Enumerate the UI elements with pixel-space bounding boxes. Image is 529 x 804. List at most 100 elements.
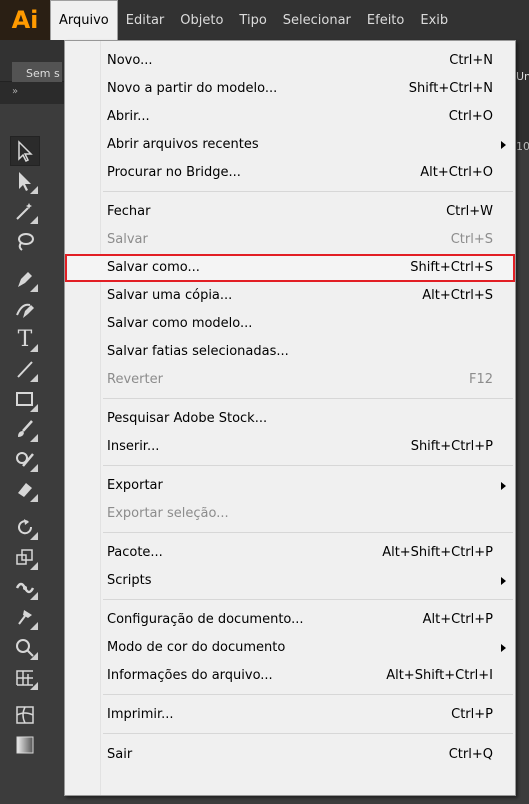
menu-item-label: Configuração de documento... xyxy=(107,612,304,627)
menu-item-pesquisar-stock[interactable]: Pesquisar Adobe Stock... xyxy=(65,405,515,433)
menu-item-shortcut: F12 xyxy=(468,372,493,387)
menu-item-imprimir[interactable]: Imprimir... Ctrl+P xyxy=(65,701,515,729)
app-logo: Ai xyxy=(0,0,50,40)
menu-objeto[interactable]: Objeto xyxy=(172,0,231,40)
menu-selecionar[interactable]: Selecionar xyxy=(275,0,359,40)
menu-item-fechar[interactable]: Fechar Ctrl+W xyxy=(65,198,515,226)
menu-item-label: Scripts xyxy=(107,573,152,588)
menu-item-label: Sair xyxy=(107,747,133,762)
menu-item-abrir[interactable]: Abrir... Ctrl+O xyxy=(65,103,515,131)
menu-efeito[interactable]: Efeito xyxy=(359,0,412,40)
direct-selection-tool-icon[interactable] xyxy=(10,166,40,196)
menu-item-label: Salvar fatias selecionadas... xyxy=(107,344,289,359)
menu-item-label: Novo... xyxy=(107,53,153,68)
menu-separator xyxy=(103,694,513,695)
lasso-tool-icon[interactable] xyxy=(10,226,40,256)
menu-item-salvar-como[interactable]: Salvar como... Shift+Ctrl+S xyxy=(65,254,515,282)
menu-item-label: Exportar seleção... xyxy=(107,506,229,521)
menu-item-label: Abrir... xyxy=(107,109,150,124)
menu-item-informacoes-arquivo[interactable]: Informações do arquivo... Alt+Shift+Ctrl… xyxy=(65,662,515,690)
menu-item-label: Salvar como... xyxy=(107,260,200,275)
menu-item-novo-modelo[interactable]: Novo a partir do modelo... Shift+Ctrl+N xyxy=(65,75,515,103)
menu-item-label: Abrir arquivos recentes xyxy=(107,137,259,152)
toolbar-collapse-handle[interactable]: » xyxy=(0,82,64,104)
menu-separator xyxy=(103,398,513,399)
menu-item-abrir-recentes[interactable]: Abrir arquivos recentes xyxy=(65,131,515,159)
menu-item-shortcut: Ctrl+S xyxy=(450,232,493,247)
menu-item-label: Inserir... xyxy=(107,439,160,454)
menu-item-salvar: Salvar Ctrl+S xyxy=(65,226,515,254)
menu-item-exportar-selecao: Exportar seleção... xyxy=(65,500,515,528)
submenu-arrow-icon xyxy=(501,577,506,585)
menu-item-label: Imprimir... xyxy=(107,707,174,722)
menu-item-shortcut: Alt+Shift+Ctrl+P xyxy=(382,545,493,560)
gradient-tool-icon[interactable] xyxy=(10,730,40,760)
menu-item-novo[interactable]: Novo... Ctrl+N xyxy=(65,47,515,75)
menu-item-shortcut: Ctrl+W xyxy=(446,204,493,219)
menu-item-configuracao-documento[interactable]: Configuração de documento... Alt+Ctrl+P xyxy=(65,606,515,634)
rotate-tool-icon[interactable] xyxy=(10,512,40,542)
menu-item-salvar-modelo[interactable]: Salvar como modelo... xyxy=(65,310,515,338)
menu-exibir[interactable]: Exib xyxy=(412,0,456,40)
menu-item-shortcut: Shift+Ctrl+N xyxy=(408,81,493,96)
rectangle-tool-icon[interactable] xyxy=(10,384,40,414)
menu-separator xyxy=(103,599,513,600)
menu-item-scripts[interactable]: Scripts xyxy=(65,567,515,595)
eraser-tool-icon[interactable] xyxy=(10,474,40,504)
menu-item-inserir[interactable]: Inserir... Shift+Ctrl+P xyxy=(65,433,515,461)
scale-tool-icon[interactable] xyxy=(10,542,40,572)
puppet-warp-tool-icon[interactable] xyxy=(10,602,40,632)
menu-arquivo[interactable]: Arquivo xyxy=(50,0,118,40)
ruler-text: 10 xyxy=(516,140,529,153)
menu-item-shortcut: Shift+Ctrl+S xyxy=(410,260,493,275)
paintbrush-tool-icon[interactable] xyxy=(10,414,40,444)
perspective-grid-tool-icon[interactable] xyxy=(10,662,40,692)
line-segment-tool-icon[interactable] xyxy=(10,354,40,384)
menu-separator xyxy=(103,532,513,533)
menu-item-label: Novo a partir do modelo... xyxy=(107,81,278,96)
menu-separator xyxy=(103,191,513,192)
submenu-arrow-icon xyxy=(501,482,506,490)
menu-item-label: Modo de cor do documento xyxy=(107,640,286,655)
shape-builder-tool-icon[interactable] xyxy=(10,632,40,662)
menu-item-procurar-bridge[interactable]: Procurar no Bridge... Alt+Ctrl+O xyxy=(65,159,515,187)
menu-item-pacote[interactable]: Pacote... Alt+Shift+Ctrl+P xyxy=(65,539,515,567)
menu-item-exportar[interactable]: Exportar xyxy=(65,472,515,500)
menu-separator xyxy=(103,733,513,734)
menu-separator xyxy=(103,465,513,466)
menu-item-label: Informações do arquivo... xyxy=(107,668,273,683)
illustrator-window: Ai Arquivo Editar Objeto Tipo Selecionar… xyxy=(0,0,529,804)
menu-item-label: Salvar uma cópia... xyxy=(107,288,233,303)
menu-editar[interactable]: Editar xyxy=(118,0,173,40)
menu-item-label: Salvar como modelo... xyxy=(107,316,253,331)
selection-tool-icon[interactable] xyxy=(10,136,40,166)
type-tool-icon[interactable]: T xyxy=(10,324,40,354)
menu-item-reverter: Reverter F12 xyxy=(65,366,515,394)
menu-item-label: Pacote... xyxy=(107,545,163,560)
menu-item-salvar-fatias[interactable]: Salvar fatias selecionadas... xyxy=(65,338,515,366)
tools-panel: T xyxy=(0,104,64,804)
mesh-tool-icon[interactable] xyxy=(10,700,40,730)
menu-item-label: Fechar xyxy=(107,204,151,219)
shaper-tool-icon[interactable] xyxy=(10,444,40,474)
menu-item-label: Pesquisar Adobe Stock... xyxy=(107,411,268,426)
right-control-strip: Un 10 xyxy=(516,40,529,153)
pen-tool-icon[interactable] xyxy=(10,264,40,294)
menu-item-shortcut: Shift+Ctrl+P xyxy=(410,439,493,454)
width-tool-icon[interactable] xyxy=(10,572,40,602)
menu-item-shortcut: Alt+Ctrl+P xyxy=(422,612,493,627)
menu-item-shortcut: Ctrl+P xyxy=(451,707,493,722)
menu-item-label: Procurar no Bridge... xyxy=(107,165,241,180)
magic-wand-tool-icon[interactable] xyxy=(10,196,40,226)
menu-item-shortcut: Alt+Ctrl+O xyxy=(420,165,493,180)
menu-item-salvar-copia[interactable]: Salvar uma cópia... Alt+Ctrl+S xyxy=(65,282,515,310)
units-text: Un xyxy=(516,70,529,83)
menu-tipo[interactable]: Tipo xyxy=(231,0,274,40)
menu-item-shortcut: Alt+Shift+Ctrl+I xyxy=(386,668,493,683)
menu-item-sair[interactable]: Sair Ctrl+Q xyxy=(65,741,515,769)
menu-item-shortcut: Ctrl+N xyxy=(449,53,493,68)
curvature-tool-icon[interactable] xyxy=(10,294,40,324)
menu-item-label: Exportar xyxy=(107,478,163,493)
control-bar: Sem s xyxy=(0,40,64,86)
menu-item-modo-cor[interactable]: Modo de cor do documento xyxy=(65,634,515,662)
